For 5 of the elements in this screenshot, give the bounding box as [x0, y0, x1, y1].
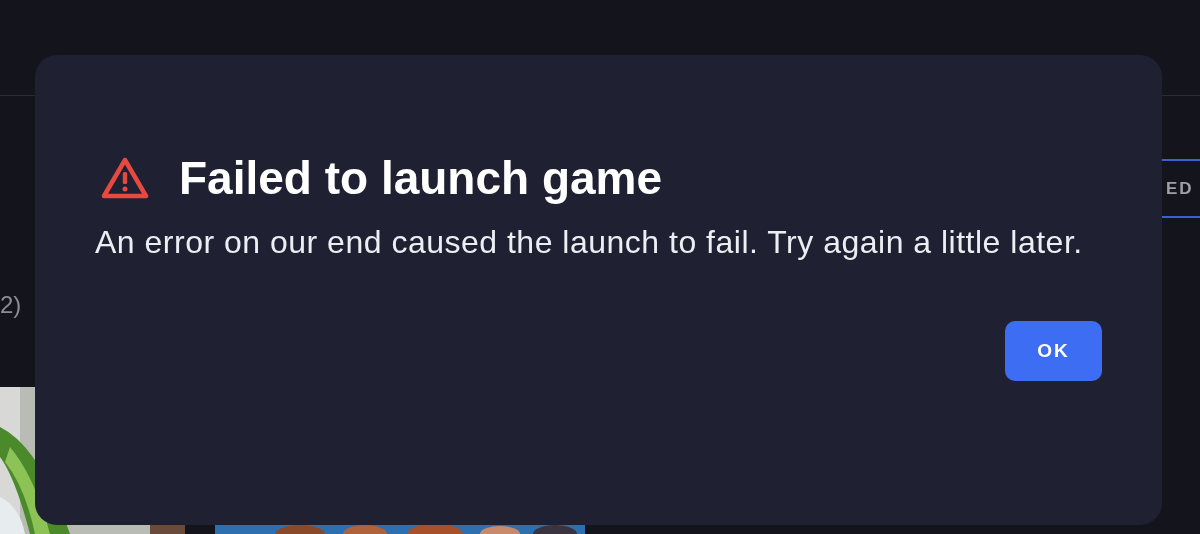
error-message: An error on our end caused the launch to fail. Try again a little later. [95, 223, 1084, 262]
dialog-title: Failed to launch game [179, 151, 663, 205]
warning-icon [101, 157, 149, 199]
ok-button[interactable]: OK [1005, 321, 1102, 381]
count-label: 2) [0, 291, 22, 319]
